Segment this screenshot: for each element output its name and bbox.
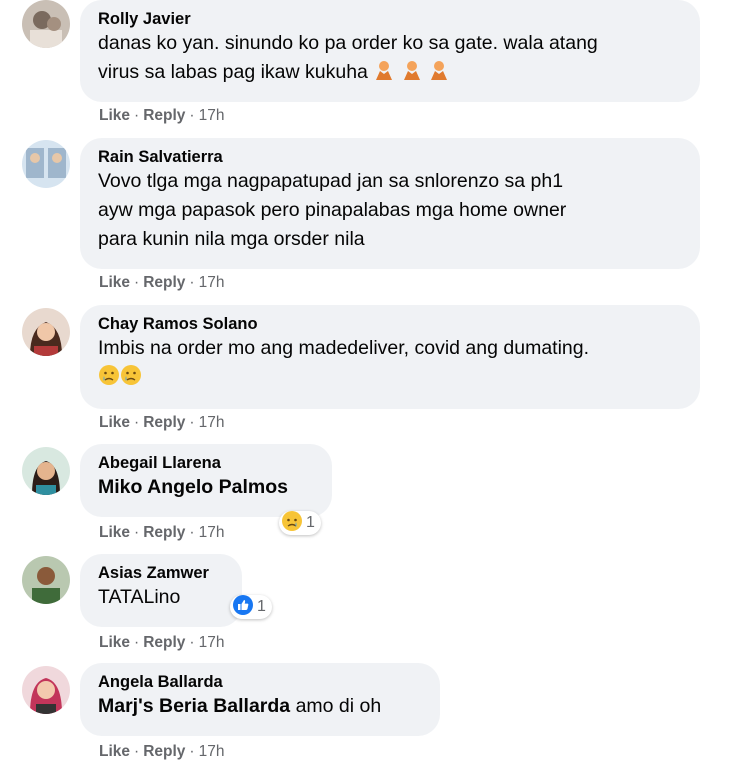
avatar[interactable] xyxy=(22,308,70,356)
mention-link[interactable]: Marj's Beria Ballarda xyxy=(98,695,290,717)
crying-face-icon xyxy=(120,364,142,395)
reply-link[interactable]: Reply xyxy=(143,414,185,431)
reply-link[interactable]: Reply xyxy=(143,743,185,760)
comment-actions: Like · Reply · 17h xyxy=(99,274,225,291)
comment-bubble: Angela Ballarda Marj's Beria Ballarda am… xyxy=(80,663,440,736)
reply-link[interactable]: Reply xyxy=(143,634,185,651)
comment-author[interactable]: Asias Zamwer xyxy=(98,563,224,583)
timestamp[interactable]: 17h xyxy=(199,743,225,760)
comment-text: amo di oh xyxy=(295,695,382,717)
comment-author[interactable]: Rolly Javier xyxy=(98,9,682,29)
like-link[interactable]: Like xyxy=(99,274,130,291)
comment-actions: Like · Reply · 17h xyxy=(99,524,225,541)
reply-link[interactable]: Reply xyxy=(143,107,185,124)
comment-text: danas ko yan. sinundo ko pa order ko sa … xyxy=(98,32,598,54)
reaction-badge[interactable]: 1 xyxy=(279,510,321,537)
reply-link[interactable]: Reply xyxy=(143,274,185,291)
thumbs-up-icon xyxy=(232,594,254,621)
avatar[interactable] xyxy=(22,447,70,495)
comment-actions: Like · Reply · 17h xyxy=(99,414,225,431)
timestamp[interactable]: 17h xyxy=(199,274,225,291)
person-gesturing-no-icon xyxy=(401,59,423,90)
comment-actions: Like · Reply · 17h xyxy=(99,743,225,760)
like-link[interactable]: Like xyxy=(99,634,130,651)
comment-author[interactable]: Chay Ramos Solano xyxy=(98,314,682,334)
comment-bubble: Abegail Llarena Miko Angelo Palmos xyxy=(80,444,332,517)
like-link[interactable]: Like xyxy=(99,524,130,541)
comment-text: ayw mga papasok pero pinapalabas mga hom… xyxy=(98,199,567,221)
reply-link[interactable]: Reply xyxy=(143,524,185,541)
person-gesturing-no-icon xyxy=(428,59,450,90)
comment-author[interactable]: Rain Salvatierra xyxy=(98,147,682,167)
comment-author[interactable]: Angela Ballarda xyxy=(98,672,422,692)
like-link[interactable]: Like xyxy=(99,414,130,431)
comment-actions: Like · Reply · 17h xyxy=(99,634,225,651)
like-link[interactable]: Like xyxy=(99,107,130,124)
comment-text: virus sa labas pag ikaw kukuha xyxy=(98,61,368,83)
comment-text: Vovo tlga mga nagpapatupad jan sa snlore… xyxy=(98,170,564,192)
avatar[interactable] xyxy=(22,140,70,188)
reaction-badge[interactable]: 1 xyxy=(230,594,272,621)
avatar[interactable] xyxy=(22,666,70,714)
timestamp[interactable]: 17h xyxy=(199,414,225,431)
reaction-count: 1 xyxy=(306,514,315,531)
avatar[interactable] xyxy=(22,0,70,48)
sad-face-icon xyxy=(281,510,303,537)
comment-bubble: Rolly Javier danas ko yan. sinundo ko pa… xyxy=(80,0,700,102)
comment-text: Imbis na order mo ang madedeliver, covid… xyxy=(98,337,590,359)
comment-bubble: Rain Salvatierra Vovo tlga mga nagpapatu… xyxy=(80,138,700,269)
timestamp[interactable]: 17h xyxy=(199,634,225,651)
comment-text: TATALino xyxy=(98,586,181,608)
comment-bubble: Asias Zamwer TATALino xyxy=(80,554,242,627)
timestamp[interactable]: 17h xyxy=(199,524,225,541)
comment-bubble: Chay Ramos Solano Imbis na order mo ang … xyxy=(80,305,700,409)
comment-text: para kunin nila mga orsder nila xyxy=(98,228,365,250)
person-gesturing-no-icon xyxy=(373,59,395,90)
timestamp[interactable]: 17h xyxy=(199,107,225,124)
comment-author[interactable]: Abegail Llarena xyxy=(98,453,314,473)
comment-actions: Like · Reply · 17h xyxy=(99,107,225,124)
avatar[interactable] xyxy=(22,556,70,604)
reaction-count: 1 xyxy=(257,598,266,615)
like-link[interactable]: Like xyxy=(99,743,130,760)
crying-face-icon xyxy=(98,364,120,395)
mention-link[interactable]: Miko Angelo Palmos xyxy=(98,473,314,502)
